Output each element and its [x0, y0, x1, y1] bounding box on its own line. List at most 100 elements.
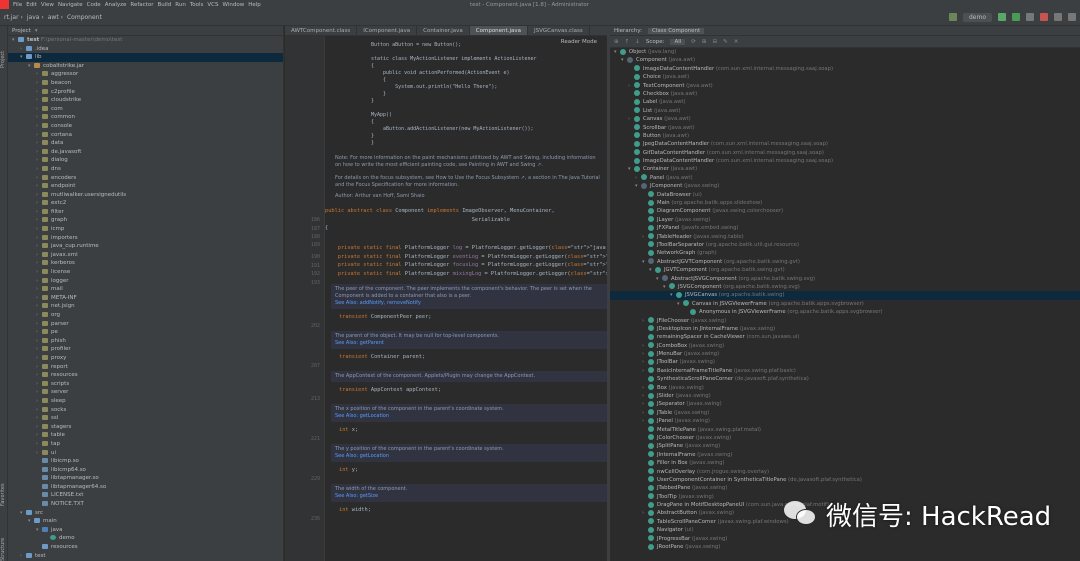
hierarchy-item[interactable]: JTabbedPane (javax.swing) [610, 484, 1080, 492]
chevron-right-icon[interactable]: › [635, 174, 641, 182]
hierarchy-item[interactable]: › BasicInternalFrameTitlePane (javax.swin… [610, 367, 1080, 375]
hierarchy-item[interactable]: DataBrowser (ui) [610, 191, 1080, 199]
hierarchy-item[interactable]: › JPanel (javax.swing) [610, 417, 1080, 425]
doc-see-also[interactable]: See Also: getLocation [335, 453, 603, 460]
favorites-tool-tab[interactable]: Favorites [0, 466, 8, 506]
tree-item[interactable]: › java_cup.runtime [8, 242, 283, 251]
hierarchy-item[interactable]: JLayer (javax.swing) [610, 216, 1080, 224]
project-root[interactable]: ▾ test F:\personal-master\demo\test [8, 36, 283, 45]
hierarchy-item[interactable]: JProgressBar (javax.swing) [610, 535, 1080, 543]
tree-item[interactable]: › table [8, 431, 283, 440]
project-tool-tab[interactable]: Project [0, 28, 8, 68]
tree-item[interactable]: › test [8, 552, 283, 561]
tree-item[interactable]: › cloudstrike [8, 96, 283, 105]
debug-icon[interactable] [1012, 13, 1020, 21]
hierarchy-item[interactable]: › JToolBar (javax.swing) [610, 358, 1080, 366]
tree-item[interactable]: demo [8, 534, 283, 543]
close-icon[interactable]: ✕ [734, 39, 739, 45]
hierarchy-item[interactable]: Checkbox (java.awt) [610, 90, 1080, 98]
tree-item[interactable]: › com [8, 105, 283, 114]
hierarchy-item[interactable]: List (java.awt) [610, 107, 1080, 115]
chevron-right-icon[interactable]: › [642, 342, 648, 350]
collapse-all-icon[interactable]: ⊟ [712, 39, 717, 45]
hierarchy-item[interactable]: › JSeparator (javax.swing) [610, 400, 1080, 408]
hierarchy-item[interactable]: ▾ JGVTComponent (org.apache.batik.swing.g… [610, 266, 1080, 274]
hierarchy-item[interactable]: DiagramComponent (javax.swing.colorchoos… [610, 207, 1080, 215]
hierarchy-item[interactable]: Label (java.awt) [610, 98, 1080, 106]
refresh-icon[interactable]: ⟳ [691, 39, 696, 45]
search-icon[interactable] [1068, 13, 1076, 21]
hammer-icon[interactable] [948, 13, 957, 21]
tree-item[interactable]: › scripts [8, 380, 283, 389]
tree-item[interactable]: › mutliwalker.usersignedutils [8, 191, 283, 200]
menu-item-build[interactable]: Build [155, 2, 173, 8]
tree-item[interactable]: libicmp64.so [8, 466, 283, 475]
tree-item[interactable]: › ui [8, 449, 283, 458]
code-area[interactable]: Button aButton = new Button(); static cl… [325, 36, 607, 561]
tree-item[interactable]: › data [8, 139, 283, 148]
tree-item[interactable]: › beacon [8, 79, 283, 88]
hierarchy-item[interactable]: SynthesticaScrollPaneCorner (de.javasoft… [610, 375, 1080, 383]
hierarchy-item[interactable]: Choice (java.awt) [610, 73, 1080, 81]
hierarchy-item[interactable]: › Canvas (java.awt) [610, 115, 1080, 123]
hierarchy-item[interactable]: Anonymous in JSVGViewerFrame (org.apache… [610, 308, 1080, 316]
hierarchy-subject-tab[interactable]: Class Component [648, 27, 705, 34]
tree-item[interactable]: › dialog [8, 156, 283, 165]
tab-awtcomponent-class[interactable]: AWTComponent.class [285, 26, 358, 35]
tree-item[interactable]: › profiler [8, 345, 283, 354]
tree-item[interactable]: › .idea [8, 45, 283, 54]
breadcrumb-item[interactable]: rt.jar › [4, 14, 27, 21]
tree-item[interactable]: › console [8, 122, 283, 131]
menu-item-code[interactable]: Code [85, 2, 103, 8]
hierarchy-item[interactable]: JpegDataContentHandler (com.sun.xml.inte… [610, 140, 1080, 148]
scope-select[interactable]: All [670, 38, 686, 45]
hierarchy-item[interactable]: Filler in Box (javax.swing) [610, 459, 1080, 467]
structure-tool-tab[interactable]: Structure [0, 531, 8, 561]
chevron-right-icon[interactable]: › [642, 384, 648, 392]
hierarchy-item[interactable]: JFXPanel (javafx.embed.swing) [610, 224, 1080, 232]
tree-item[interactable]: › ssl [8, 414, 283, 423]
run-config-select[interactable]: demo [962, 12, 992, 22]
tree-item[interactable]: › stagers [8, 423, 283, 432]
tree-item[interactable]: › pe [8, 328, 283, 337]
hierarchy-item[interactable]: ▾ JComponent (javax.swing) [610, 182, 1080, 190]
menu-item-help[interactable]: Help [246, 2, 263, 8]
hierarchy-item[interactable]: Button (java.awt) [610, 132, 1080, 140]
tree-item[interactable]: libicmp.so [8, 457, 283, 466]
tree-item[interactable]: › extc2 [8, 199, 283, 208]
hierarchy-item[interactable]: JSplitPane (javax.swing) [610, 442, 1080, 450]
chevron-down-icon[interactable]: ▾ [677, 300, 683, 308]
chevron-right-icon[interactable]: › [628, 82, 634, 90]
project-panel-title[interactable]: Project [12, 28, 31, 34]
chevron-right-icon[interactable]: › [642, 367, 648, 375]
tree-item[interactable]: ▾ src [8, 509, 283, 518]
hierarchy-item[interactable]: GifDataContentHandler (com.sun.xml.inter… [610, 149, 1080, 157]
hierarchy-item[interactable]: UserComponentContainer in SyntheticaTitl… [610, 476, 1080, 484]
chevron-down-icon[interactable]: ▾ [663, 283, 669, 291]
reader-mode-toggle[interactable]: Reader Mode [561, 39, 597, 45]
tree-item[interactable]: › net.jsign [8, 302, 283, 311]
tree-item[interactable]: › de.javasoft [8, 148, 283, 157]
chevron-right-icon[interactable]: › [642, 409, 648, 417]
tree-item[interactable]: › icmp [8, 225, 283, 234]
class-hierarchy-icon[interactable]: ⊕ [614, 39, 619, 45]
hierarchy-item[interactable]: JInternalFrame (javax.swing) [610, 451, 1080, 459]
hierarchy-item[interactable]: › JTable (javax.swing) [610, 409, 1080, 417]
tree-item[interactable]: › dns [8, 165, 283, 174]
tree-item[interactable]: › logger [8, 277, 283, 286]
menu-item-window[interactable]: Window [221, 2, 247, 8]
hierarchy-item[interactable]: JColorChooser (javax.swing) [610, 434, 1080, 442]
tree-item[interactable]: › cortana [8, 131, 283, 140]
tree-item[interactable]: libtapmanager64.so [8, 483, 283, 492]
hierarchy-item[interactable]: ▾ JSVGCanvas (org.apache.batik.swing) [610, 291, 1080, 300]
breadcrumb-item[interactable]: awt › [48, 14, 67, 21]
run-icon[interactable] [998, 13, 1006, 21]
menu-item-navigate[interactable]: Navigate [56, 2, 85, 8]
hierarchy-item[interactable]: NetworkGraph (graph) [610, 249, 1080, 257]
hierarchy-item[interactable]: › Panel (java.awt) [610, 174, 1080, 182]
hierarchy-item[interactable]: ▾ Container (java.awt) [610, 165, 1080, 173]
menu-item-edit[interactable]: Edit [24, 2, 39, 8]
tree-item[interactable]: › phish [8, 337, 283, 346]
tree-item[interactable]: ▾ java [8, 526, 283, 535]
tree-item[interactable]: › org [8, 311, 283, 320]
